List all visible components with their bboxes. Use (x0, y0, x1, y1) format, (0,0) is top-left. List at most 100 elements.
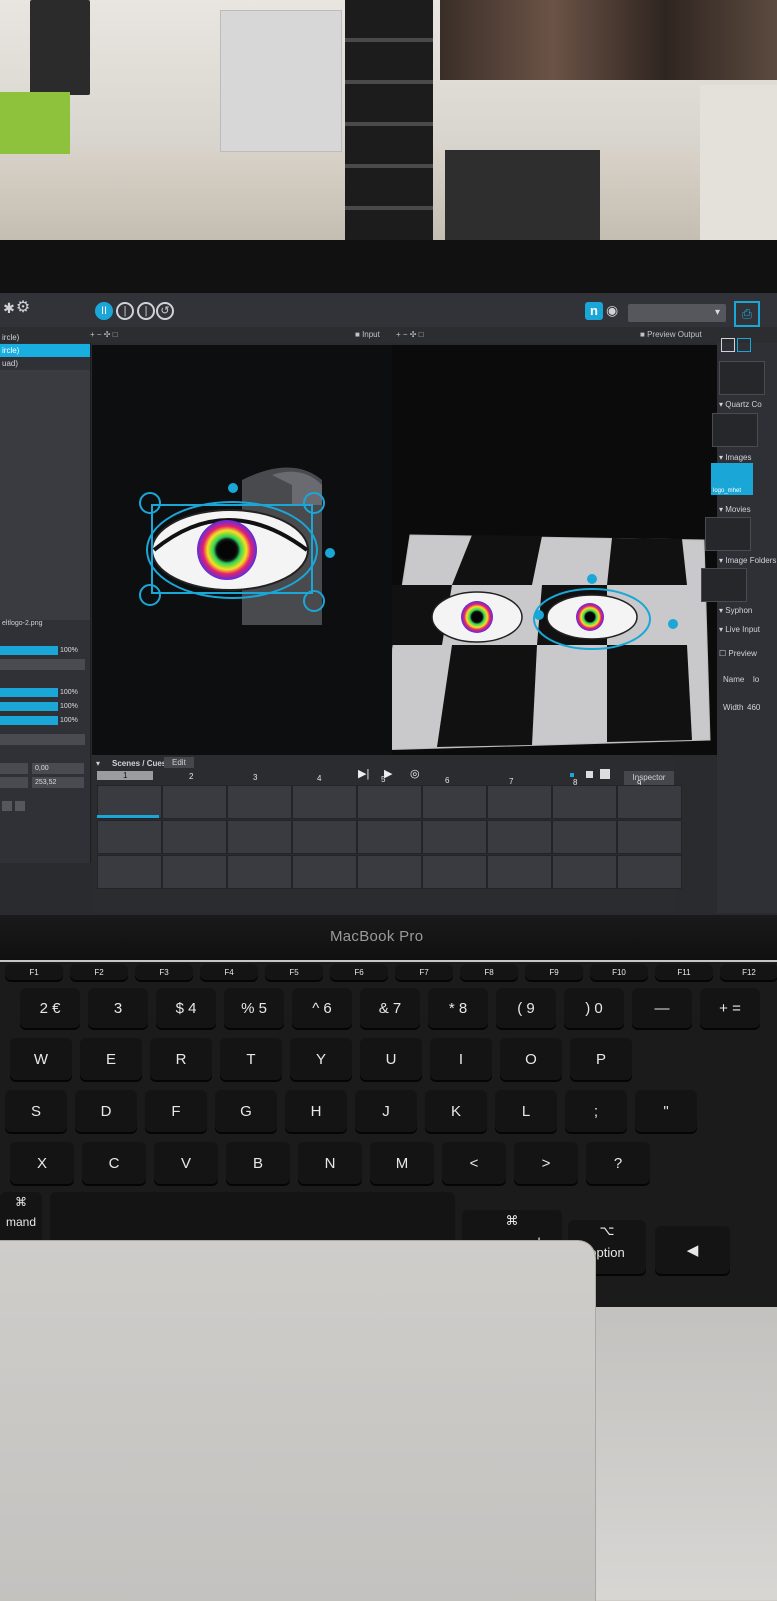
cue-cell[interactable] (227, 855, 292, 889)
eye-icon[interactable]: ◉ (606, 302, 618, 319)
align-left-icon[interactable] (2, 801, 12, 811)
blue-slider[interactable] (0, 716, 58, 725)
cue-cell[interactable] (227, 785, 292, 819)
cue-cell[interactable] (292, 785, 357, 819)
letter-key[interactable]: ; (565, 1090, 627, 1134)
side-handle[interactable] (325, 548, 335, 558)
letter-key[interactable]: V (154, 1142, 218, 1186)
letter-key[interactable]: < (442, 1142, 506, 1186)
letter-key[interactable]: T (220, 1038, 282, 1082)
cue-cell[interactable] (357, 855, 422, 889)
opacity-slider[interactable] (0, 646, 58, 655)
letter-key[interactable]: R (150, 1038, 212, 1082)
cue-cell[interactable] (357, 820, 422, 854)
cue-cell[interactable] (487, 785, 552, 819)
letter-key[interactable]: J (355, 1090, 417, 1134)
section-syphon[interactable]: ▾ Syphon (719, 606, 752, 615)
list-icon[interactable] (721, 338, 735, 352)
letter-key[interactable]: G (215, 1090, 277, 1134)
cue-cell[interactable] (552, 855, 617, 889)
number-key[interactable]: & 7 (360, 988, 420, 1030)
letter-key[interactable]: E (80, 1038, 142, 1082)
number-key[interactable]: ^ 6 (292, 988, 352, 1030)
blend-select[interactable] (0, 659, 85, 670)
function-key[interactable]: F3 (135, 964, 193, 982)
input-canvas[interactable] (92, 345, 392, 755)
corner-handle[interactable] (139, 584, 161, 606)
cue-cell[interactable] (97, 855, 162, 889)
function-key[interactable]: F8 (460, 964, 518, 982)
cue-cell[interactable] (227, 820, 292, 854)
function-key[interactable]: F6 (330, 964, 388, 982)
letter-key[interactable]: H (285, 1090, 347, 1134)
letter-key[interactable]: P (570, 1038, 632, 1082)
align-right-icon[interactable] (15, 801, 25, 811)
cue-cell[interactable] (162, 785, 227, 819)
function-key[interactable]: F1 (5, 964, 63, 982)
function-key[interactable]: F5 (265, 964, 323, 982)
letter-key[interactable]: K (425, 1090, 487, 1134)
number-key[interactable]: % 5 (224, 988, 284, 1030)
letter-key[interactable]: C (82, 1142, 146, 1186)
layer-item-selected[interactable]: ircle) (0, 344, 90, 357)
x-value-field[interactable]: 0,00 (32, 763, 84, 774)
cue-cell[interactable] (617, 820, 682, 854)
function-key[interactable]: F7 (395, 964, 453, 982)
file-icon[interactable]: ⎙ (734, 301, 760, 327)
number-key[interactable]: $ 4 (156, 988, 216, 1030)
red-slider[interactable] (0, 688, 58, 697)
side-handle[interactable] (668, 619, 678, 629)
letter-key[interactable]: O (500, 1038, 562, 1082)
number-key[interactable]: — (632, 988, 692, 1030)
output-select[interactable]: ▾ (628, 304, 726, 322)
cue-cell[interactable] (422, 855, 487, 889)
output-view-controls[interactable]: + − ✣ □ (396, 330, 424, 339)
layer-item[interactable]: uad) (0, 357, 90, 370)
letter-key[interactable]: Y (290, 1038, 352, 1082)
number-key[interactable]: ) 0 (564, 988, 624, 1030)
side-handle[interactable] (534, 610, 544, 620)
n-button[interactable]: n (585, 302, 603, 320)
edit-button[interactable]: Edit (164, 757, 194, 768)
image-thumb[interactable]: logo_mhet (711, 463, 753, 495)
number-key[interactable]: 2 € (20, 988, 80, 1030)
number-key[interactable]: + = (700, 988, 760, 1030)
input-view-controls[interactable]: + − ✣ □ (90, 330, 118, 339)
letter-key[interactable]: F (145, 1090, 207, 1134)
green-slider[interactable] (0, 702, 58, 711)
letter-key[interactable]: N (298, 1142, 362, 1186)
letter-key[interactable]: S (5, 1090, 67, 1134)
source-thumb[interactable] (701, 568, 747, 602)
cue-cell[interactable] (552, 785, 617, 819)
cue-cell[interactable] (292, 855, 357, 889)
function-key[interactable]: F12 (720, 964, 777, 982)
loop-icon[interactable]: ↺ (156, 302, 174, 320)
function-key[interactable]: F11 (655, 964, 713, 982)
layer-item[interactable]: ircle) (0, 331, 90, 344)
y-value-field[interactable]: 253,52 (32, 777, 84, 788)
letter-key[interactable]: W (10, 1038, 72, 1082)
letter-key[interactable]: X (10, 1142, 74, 1186)
corner-handle[interactable] (139, 492, 161, 514)
gear-icon[interactable]: ⚙ (14, 300, 32, 319)
cue-cell[interactable] (97, 820, 162, 854)
cue-cell[interactable] (487, 820, 552, 854)
cue-cell[interactable] (617, 855, 682, 889)
cue-cell[interactable] (292, 820, 357, 854)
cue-cell[interactable] (357, 785, 422, 819)
preview-checkbox[interactable]: ☐ Preview (719, 649, 757, 658)
letter-key[interactable]: I (430, 1038, 492, 1082)
section-movies[interactable]: ▾ Movies (719, 505, 751, 514)
number-key[interactable]: * 8 (428, 988, 488, 1030)
function-key[interactable]: F10 (590, 964, 648, 982)
cue-cell[interactable] (552, 820, 617, 854)
source-thumb[interactable] (712, 413, 758, 447)
letter-key[interactable]: U (360, 1038, 422, 1082)
letter-key[interactable]: L (495, 1090, 557, 1134)
number-key[interactable]: ( 9 (496, 988, 556, 1030)
pause-icon[interactable]: II (95, 302, 113, 320)
source-thumb[interactable] (719, 361, 765, 395)
cue-cell[interactable] (162, 855, 227, 889)
x-field[interactable] (0, 763, 28, 774)
name-value[interactable]: lo (753, 675, 759, 684)
